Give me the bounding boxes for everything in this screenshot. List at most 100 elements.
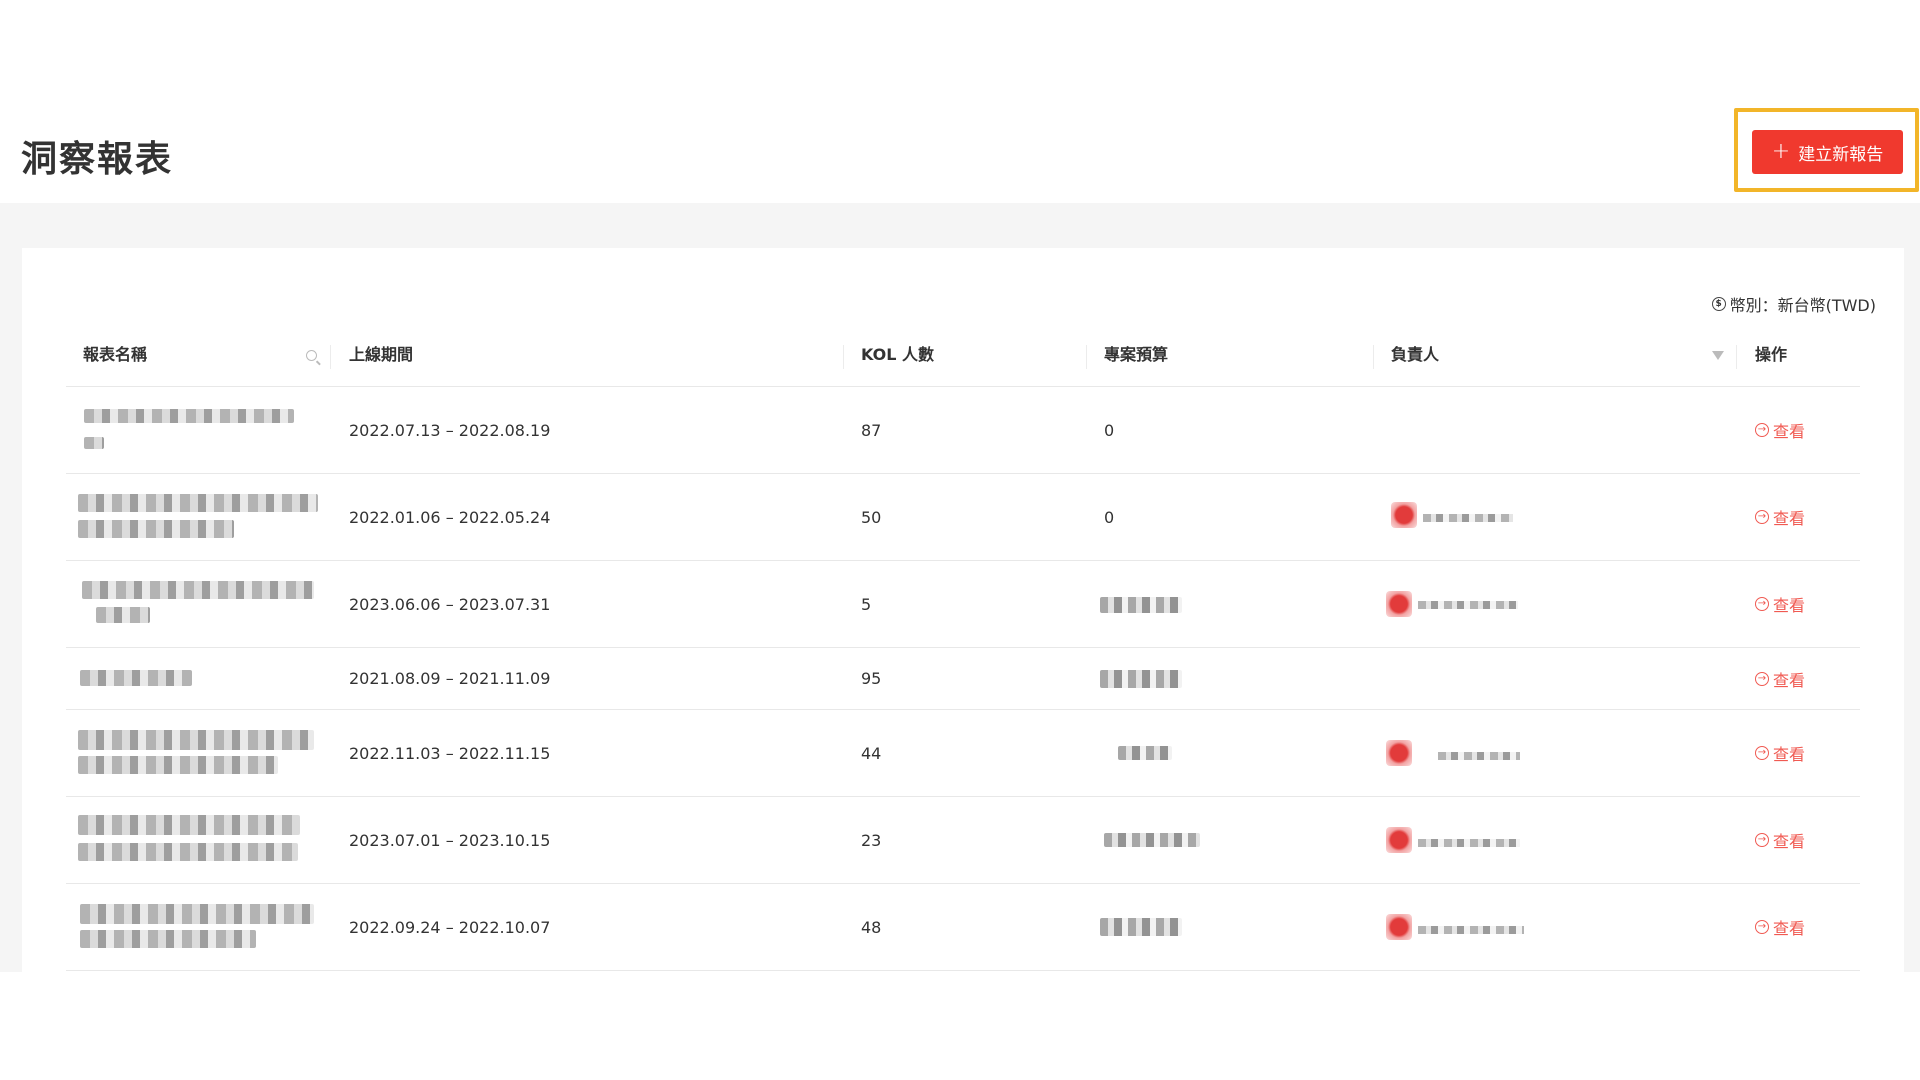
redacted-report-name bbox=[78, 730, 314, 750]
avatar bbox=[1386, 914, 1412, 940]
arrow-right-icon: → bbox=[1755, 746, 1769, 760]
avatar bbox=[1386, 591, 1412, 617]
view-link[interactable]: → 查看 bbox=[1755, 828, 1805, 852]
redacted-owner-name bbox=[1418, 839, 1520, 847]
budget-cell: 0 bbox=[1104, 420, 1115, 440]
kol-count-cell: 48 bbox=[861, 917, 882, 937]
kol-count-cell: 5 bbox=[861, 594, 872, 614]
col-period: 上線期間 bbox=[349, 345, 414, 364]
view-link[interactable]: → 查看 bbox=[1755, 667, 1805, 691]
action-cell: → 查看 bbox=[1755, 648, 1805, 709]
redacted-budget bbox=[1100, 670, 1182, 688]
period-cell: 2022.07.13 – 2022.08.19 bbox=[349, 420, 551, 440]
redacted-report-name bbox=[82, 581, 314, 599]
period-cell: 2022.01.06 – 2022.05.24 bbox=[349, 507, 551, 527]
col-actions: 操作 bbox=[1755, 345, 1788, 364]
redacted-budget bbox=[1118, 746, 1172, 760]
view-link[interactable]: → 查看 bbox=[1755, 505, 1805, 529]
arrow-right-icon: → bbox=[1755, 597, 1769, 611]
currency-label: 幣別：新台幣(TWD) bbox=[1729, 296, 1876, 315]
action-cell: → 查看 bbox=[1755, 710, 1805, 796]
avatar bbox=[1386, 740, 1412, 766]
view-label: 查看 bbox=[1773, 919, 1806, 938]
filter-icon[interactable] bbox=[1712, 351, 1724, 360]
view-link[interactable]: → 查看 bbox=[1755, 741, 1805, 765]
view-link[interactable]: → 查看 bbox=[1755, 592, 1805, 616]
table-row: 2021.08.09 – 2021.11.09 95 → 查看 bbox=[66, 648, 1860, 710]
action-cell: → 查看 bbox=[1755, 797, 1805, 883]
period-cell: 2022.11.03 – 2022.11.15 bbox=[349, 743, 551, 763]
table-header: 報表名稱 上線期間 KOL 人數 專案預算 負責人 操作 bbox=[66, 333, 1860, 387]
view-label: 查看 bbox=[1773, 670, 1806, 690]
view-link[interactable]: → 查看 bbox=[1755, 418, 1805, 442]
redacted-report-name bbox=[84, 437, 104, 449]
avatar bbox=[1391, 502, 1417, 528]
redacted-report-name bbox=[78, 756, 278, 774]
search-icon[interactable] bbox=[306, 350, 317, 361]
arrow-right-icon: → bbox=[1755, 833, 1769, 847]
redacted-report-name bbox=[80, 670, 192, 686]
col-kol-count: KOL 人數 bbox=[861, 345, 935, 364]
view-label: 查看 bbox=[1773, 596, 1806, 615]
plus-icon: + bbox=[1771, 139, 1791, 164]
create-report-label: 建立新報告 bbox=[1798, 144, 1884, 165]
action-cell: → 查看 bbox=[1755, 561, 1805, 647]
column-divider bbox=[1736, 345, 1737, 369]
view-label: 查看 bbox=[1773, 745, 1806, 764]
redacted-budget bbox=[1104, 833, 1200, 847]
view-link[interactable]: → 查看 bbox=[1755, 915, 1805, 939]
redacted-owner-name bbox=[1423, 514, 1513, 522]
kol-count-cell: 87 bbox=[861, 420, 882, 440]
table-row: 2022.09.24 – 2022.10.07 48 → 查看 bbox=[66, 884, 1860, 971]
kol-count-cell: 50 bbox=[861, 507, 882, 527]
reports-table: 報表名稱 上線期間 KOL 人數 專案預算 負責人 操作 2022.07.13 … bbox=[66, 333, 1860, 971]
redacted-owner-name bbox=[1438, 752, 1520, 760]
action-cell: → 查看 bbox=[1755, 474, 1805, 560]
currency-note: $ 幣別：新台幣(TWD) bbox=[1711, 292, 1876, 316]
action-cell: → 查看 bbox=[1755, 387, 1805, 473]
page-title: 洞察報表 bbox=[21, 139, 174, 180]
arrow-right-icon: → bbox=[1755, 671, 1769, 686]
redacted-report-name bbox=[96, 607, 150, 623]
view-label: 查看 bbox=[1773, 832, 1806, 851]
action-cell: → 查看 bbox=[1755, 884, 1805, 970]
kol-count-cell: 23 bbox=[861, 830, 882, 850]
redacted-budget bbox=[1100, 918, 1182, 936]
redacted-owner-name bbox=[1418, 926, 1524, 934]
column-divider bbox=[1373, 345, 1374, 369]
view-label: 查看 bbox=[1773, 422, 1806, 441]
budget-cell: 0 bbox=[1104, 507, 1115, 527]
currency-icon: $ bbox=[1711, 297, 1726, 311]
redacted-report-name bbox=[80, 904, 314, 924]
period-cell: 2022.09.24 – 2022.10.07 bbox=[349, 917, 551, 937]
table-row: 2022.07.13 – 2022.08.19 87 0 → 查看 bbox=[66, 387, 1860, 474]
period-cell: 2023.06.06 – 2023.07.31 bbox=[349, 594, 551, 614]
arrow-right-icon: → bbox=[1755, 920, 1769, 934]
table-row: 2022.11.03 – 2022.11.15 44 → 查看 bbox=[66, 710, 1860, 797]
view-label: 查看 bbox=[1773, 509, 1806, 528]
create-report-button[interactable]: + 建立新報告 bbox=[1752, 130, 1903, 174]
page-header: 洞察報表 bbox=[0, 0, 1920, 203]
kol-count-cell: 95 bbox=[861, 669, 882, 688]
table-row: 2023.07.01 – 2023.10.15 23 → 查看 bbox=[66, 797, 1860, 884]
column-divider bbox=[330, 345, 331, 369]
redacted-report-name bbox=[78, 520, 234, 538]
redacted-report-name bbox=[80, 930, 256, 948]
redacted-budget bbox=[1100, 597, 1182, 613]
col-report-name: 報表名稱 bbox=[83, 345, 148, 364]
table-row: 2022.01.06 – 2022.05.24 50 0 → 查看 bbox=[66, 474, 1860, 561]
redacted-owner-name bbox=[1418, 601, 1518, 609]
redacted-report-name bbox=[78, 843, 298, 861]
col-budget: 專案預算 bbox=[1104, 345, 1169, 364]
col-owner: 負責人 bbox=[1391, 345, 1440, 364]
kol-count-cell: 44 bbox=[861, 743, 882, 763]
period-cell: 2023.07.01 – 2023.10.15 bbox=[349, 830, 551, 850]
column-divider bbox=[1086, 345, 1087, 369]
avatar bbox=[1386, 827, 1412, 853]
arrow-right-icon: → bbox=[1755, 510, 1769, 524]
period-cell: 2021.08.09 – 2021.11.09 bbox=[349, 669, 551, 688]
redacted-report-name bbox=[78, 494, 318, 512]
arrow-right-icon: → bbox=[1755, 423, 1769, 437]
column-divider bbox=[843, 345, 844, 369]
redacted-report-name bbox=[84, 409, 294, 423]
